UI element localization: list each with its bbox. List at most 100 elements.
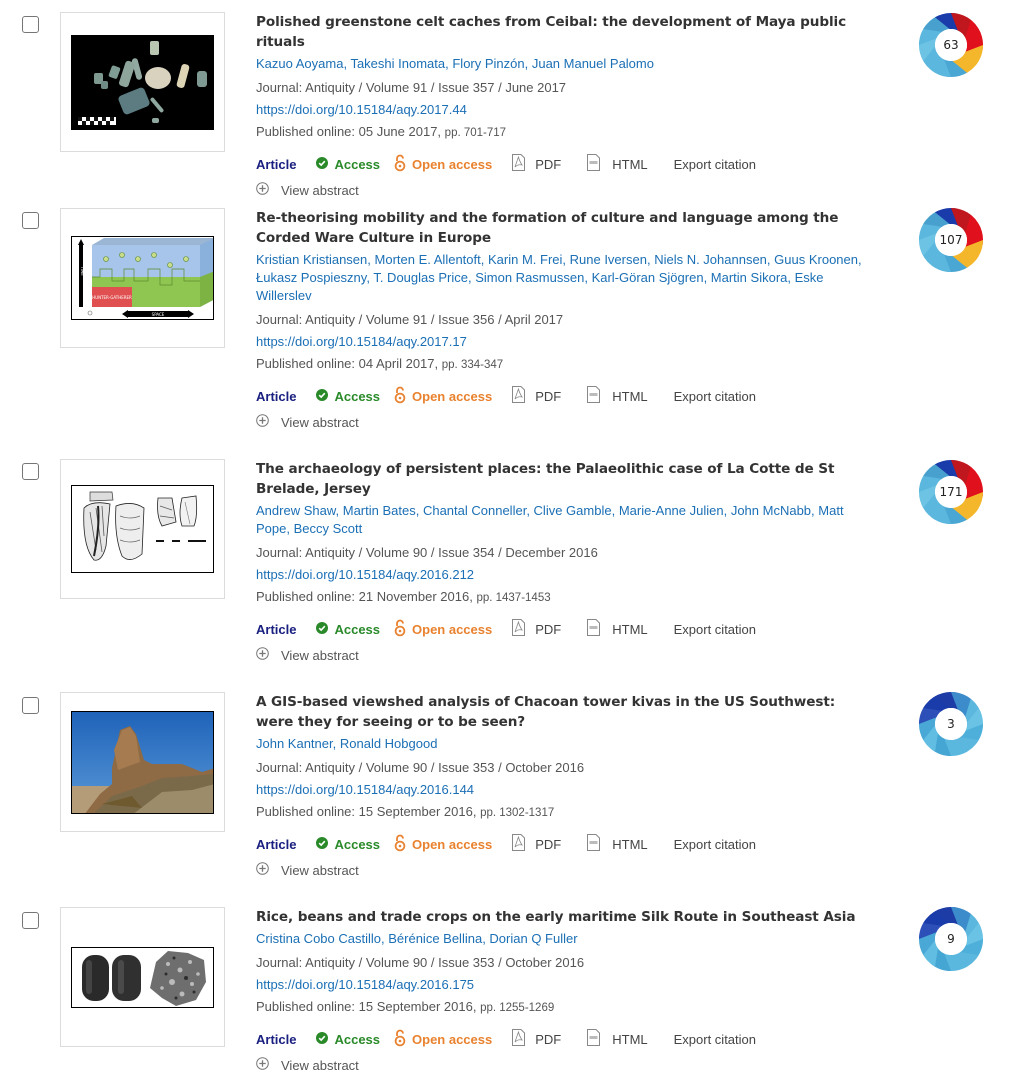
html-link[interactable]: HTML [587, 1029, 648, 1049]
doi-link[interactable]: https://doi.org/10.15184/aqy.2016.175 [256, 974, 871, 996]
pdf-file-icon [512, 834, 526, 854]
author-separator: , [332, 736, 340, 751]
html-link[interactable]: HTML [587, 834, 648, 854]
altmetric-badge[interactable]: 171 [918, 459, 984, 525]
author-link[interactable]: Beccy Scott [294, 521, 363, 536]
author-link[interactable]: Marie-Anne Julien [619, 503, 724, 518]
thumbnail[interactable]: HUNTER-GATHERER TIME SPACE [60, 208, 225, 348]
thumbnail[interactable] [60, 907, 225, 1047]
pdf-link[interactable]: PDF [512, 154, 561, 174]
open-access-link[interactable]: Open access [394, 386, 492, 407]
select-checkbox[interactable] [22, 912, 39, 929]
result-body: Re-theorising mobility and the formation… [256, 208, 871, 432]
author-link[interactable]: T. Douglas Price [373, 270, 468, 285]
thumbnail[interactable] [60, 692, 225, 832]
published-date: Published online: 21 November 2016, [256, 589, 473, 604]
pdf-link[interactable]: PDF [512, 619, 561, 639]
article-title-link[interactable]: Rice, beans and trade crops on the early… [256, 907, 871, 927]
doi-link[interactable]: https://doi.org/10.15184/aqy.2017.17 [256, 331, 871, 353]
view-abstract-toggle[interactable]: View abstract [256, 645, 871, 665]
altmetric-badge[interactable]: 63 [918, 12, 984, 78]
altmetric-badge[interactable]: 9 [918, 906, 984, 972]
author-link[interactable]: John Kantner [256, 736, 333, 751]
author-link[interactable]: Martin Bates [343, 503, 416, 518]
author-link[interactable]: Andrew Shaw [256, 503, 336, 518]
export-citation-link[interactable]: Export citation [674, 1032, 756, 1047]
author-link[interactable]: Guus Kroonen [774, 252, 858, 267]
journal-line: Journal: Antiquity / Volume 90 / Issue 3… [256, 955, 585, 970]
pdf-link[interactable]: PDF [512, 1029, 561, 1049]
author-link[interactable]: Karin M. Frei [488, 252, 562, 267]
author-link[interactable]: Martin Sikora [711, 270, 788, 285]
author-link[interactable]: Dorian Q Fuller [489, 931, 577, 946]
thumbnail[interactable] [60, 459, 225, 599]
article-type-label: Article [256, 388, 297, 404]
author-link[interactable]: Niels N. Johannsen [654, 252, 767, 267]
author-separator: , [562, 252, 570, 267]
html-label: HTML [612, 388, 648, 404]
author-link[interactable]: Morten E. Allentoft [375, 252, 481, 267]
html-link[interactable]: HTML [587, 619, 648, 639]
author-link[interactable]: Simon Rasmussen [475, 270, 584, 285]
open-access-link[interactable]: Open access [394, 1029, 492, 1050]
view-abstract-toggle[interactable]: View abstract [256, 1055, 871, 1075]
html-link[interactable]: HTML [587, 154, 648, 174]
author-link[interactable]: Karl-Göran Sjögren [592, 270, 704, 285]
altmetric-badge[interactable]: 107 [918, 207, 984, 273]
article-title-link[interactable]: Polished greenstone celt caches from Cei… [256, 12, 871, 52]
author-link[interactable]: Kazuo Aoyama [256, 56, 343, 71]
select-checkbox[interactable] [22, 212, 39, 229]
export-citation-link[interactable]: Export citation [674, 389, 756, 404]
html-label: HTML [612, 156, 648, 172]
author-link[interactable]: Kristian Kristiansen [256, 252, 367, 267]
select-checkbox[interactable] [22, 16, 39, 33]
html-label: HTML [612, 621, 648, 637]
author-link[interactable]: Cristina Cobo Castillo [256, 931, 381, 946]
html-file-icon [587, 1029, 601, 1049]
page-range: pp. 334-347 [441, 359, 504, 371]
view-abstract-toggle[interactable]: View abstract [256, 860, 871, 880]
pdf-label: PDF [535, 156, 562, 172]
author-link[interactable]: Juan Manuel Palomo [532, 56, 654, 71]
author-link[interactable]: Takeshi Inomata [350, 56, 445, 71]
access-label: Access [334, 156, 381, 172]
open-access-link[interactable]: Open access [394, 619, 492, 640]
view-abstract-toggle[interactable]: View abstract [256, 180, 871, 200]
altmetric-badge[interactable]: 3 [918, 691, 984, 757]
select-checkbox[interactable] [22, 697, 39, 714]
export-citation-link[interactable]: Export citation [674, 622, 756, 637]
page-range: pp. 1437-1453 [476, 592, 551, 604]
pdf-link[interactable]: PDF [512, 386, 561, 406]
open-access-link[interactable]: Open access [394, 834, 492, 855]
article-title-link[interactable]: Re-theorising mobility and the formation… [256, 208, 871, 248]
select-checkbox[interactable] [22, 463, 39, 480]
author-link[interactable]: Bérénice Bellina [388, 931, 482, 946]
pdf-link[interactable]: PDF [512, 834, 561, 854]
author-link[interactable]: Chantal Conneller [423, 503, 526, 518]
article-title-link[interactable]: The archaeology of persistent places: th… [256, 459, 871, 499]
doi-link[interactable]: https://doi.org/10.15184/aqy.2016.212 [256, 564, 871, 586]
export-citation-link[interactable]: Export citation [674, 837, 756, 852]
thumbnail[interactable] [60, 12, 225, 152]
html-file-icon [587, 154, 601, 174]
view-abstract-toggle[interactable]: View abstract [256, 412, 871, 432]
open-lock-icon [394, 1029, 406, 1050]
export-citation-link[interactable]: Export citation [674, 157, 756, 172]
open-access-link[interactable]: Open access [394, 154, 492, 175]
author-separator: , [367, 252, 375, 267]
check-circle-icon [316, 836, 329, 852]
author-list: Cristina Cobo Castillo, Bérénice Bellina… [256, 930, 871, 948]
article-type-label: Article [256, 1031, 297, 1047]
html-link[interactable]: HTML [587, 386, 648, 406]
doi-link[interactable]: https://doi.org/10.15184/aqy.2016.144 [256, 779, 871, 801]
author-link[interactable]: Ronald Hobgood [340, 736, 438, 751]
author-link[interactable]: Łukasz Pospieszny [256, 270, 366, 285]
check-circle-icon [316, 1031, 329, 1047]
author-link[interactable]: Clive Gamble [534, 503, 612, 518]
author-link[interactable]: Flory Pinzón [452, 56, 524, 71]
doi-link[interactable]: https://doi.org/10.15184/aqy.2017.44 [256, 99, 871, 121]
author-link[interactable]: John McNabb [731, 503, 811, 518]
article-title-link[interactable]: A GIS-based viewshed analysis of Chacoan… [256, 692, 871, 732]
author-link[interactable]: Rune Iversen [570, 252, 647, 267]
access-label: Access [334, 621, 381, 637]
